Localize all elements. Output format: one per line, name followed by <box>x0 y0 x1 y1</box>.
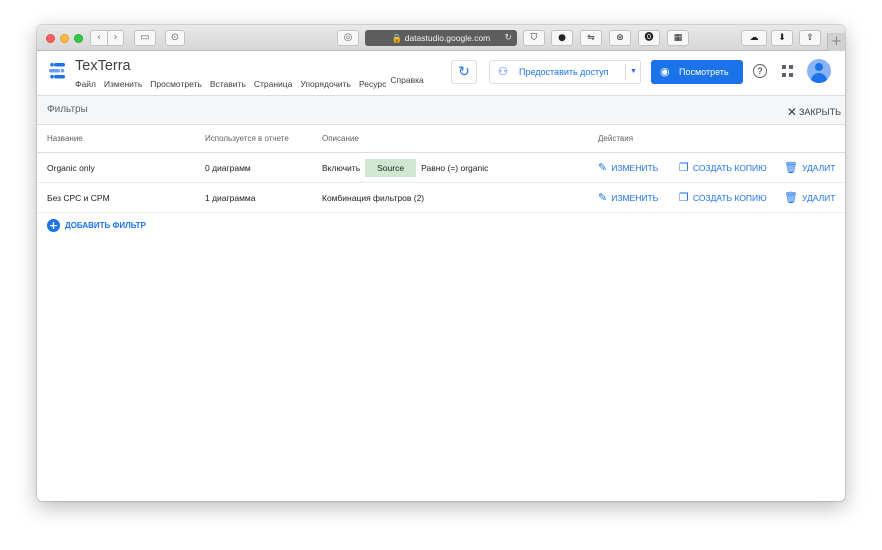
add-person-icon: ⚇ <box>498 65 508 78</box>
zoom-window-button[interactable] <box>74 34 83 43</box>
filter-usage: 0 диаграмм <box>205 162 251 173</box>
panel-title: Фильтры <box>47 104 88 115</box>
filter-name: Без CPC и CPM <box>47 192 110 203</box>
view-button[interactable]: ◉ Посмотреть <box>651 60 743 84</box>
apps-grid-icon[interactable] <box>782 65 794 77</box>
delete-label: УДАЛИТ <box>801 192 836 203</box>
icloud-icon[interactable]: ☁ <box>741 30 767 46</box>
forward-icon[interactable]: › <box>107 31 123 45</box>
filter-description: Включить Source Равно (=) organic <box>322 153 488 182</box>
copy-button[interactable]: ❐ СОЗДАТЬ КОПИЮ <box>679 153 767 182</box>
column-header-usage: Используется в отчете <box>205 134 289 143</box>
menu-item-file[interactable]: Файл <box>75 79 96 89</box>
tab-overview-icon[interactable]: ⊙ <box>165 30 185 46</box>
description-prefix: Включить <box>322 162 361 173</box>
help-icon[interactable]: ? <box>753 64 767 78</box>
divider <box>625 64 626 80</box>
extension-icon[interactable]: ● <box>551 30 573 46</box>
pocket-extension-icon[interactable]: ⛉ <box>523 30 545 46</box>
download-icon[interactable]: ⬇ <box>771 30 793 46</box>
menu-bar: Файл Изменить Просмотреть Вставить Стран… <box>75 75 432 89</box>
copy-icon: ❐ <box>679 161 689 174</box>
trash-icon: 🗑 <box>784 161 798 174</box>
column-header-actions: Действия <box>598 134 634 143</box>
close-icon: ✕ <box>786 105 797 119</box>
view-label: Посмотреть <box>679 67 729 77</box>
add-filter-label: ДОБАВИТЬ ФИЛЬТР <box>65 221 146 230</box>
share-sheet-icon[interactable]: ⇪ <box>799 30 821 46</box>
privacy-report-icon[interactable]: ◎ <box>337 30 359 46</box>
minimize-window-button[interactable] <box>60 34 69 43</box>
copy-label: СОЗДАТЬ КОПИЮ <box>692 162 767 173</box>
link-extension-icon[interactable]: ⇋ <box>580 30 602 46</box>
column-header-name: Название <box>47 134 83 143</box>
menu-item-page[interactable]: Страница <box>254 79 293 89</box>
reload-icon[interactable]: ↻ <box>504 30 512 46</box>
menu-item-edit[interactable]: Изменить <box>104 79 142 89</box>
share-button[interactable]: ⚇ Предоставить доступ ▼ <box>489 60 641 84</box>
share-label: Предоставить доступ <box>519 67 609 77</box>
history-nav: ‹ › <box>90 30 124 46</box>
menu-item-view[interactable]: Просмотреть <box>150 79 202 89</box>
pencil-icon: ✎ <box>598 161 608 174</box>
description-suffix: Равно (=) organic <box>421 162 489 173</box>
back-icon[interactable]: ‹ <box>91 31 107 45</box>
table-header: Название Используется в отчете Описание … <box>37 125 845 153</box>
lock-icon: 🔒 <box>391 33 403 43</box>
trash-icon: 🗑 <box>784 191 798 204</box>
report-title[interactable]: TexTerra <box>75 58 131 74</box>
extension-icon[interactable]: ⊛ <box>609 30 631 46</box>
address-text: datastudio.google.com <box>404 33 491 43</box>
delete-label: УДАЛИТ <box>801 162 836 173</box>
dimension-chip: Source <box>365 158 417 177</box>
menu-item-arrange[interactable]: Упорядочить <box>300 79 351 89</box>
filter-description: Комбинация фильтров (2) <box>322 192 425 203</box>
eye-icon: ◉ <box>660 65 670 78</box>
close-panel-button[interactable]: ✕ ЗАКРЫТЬ <box>786 104 841 119</box>
sidebar-toggle-icon[interactable]: ▭ <box>134 30 156 46</box>
app-header: TexTerra Файл Изменить Просмотреть Встав… <box>37 51 845 95</box>
copy-label: СОЗДАТЬ КОПИЮ <box>692 192 767 203</box>
browser-window: ‹ › ▭ ⊙ ◎ 🔒 datastudio.google.com ↻ ⛉ ● … <box>37 25 845 501</box>
address-bar[interactable]: 🔒 datastudio.google.com ↻ <box>365 30 517 46</box>
menu-item-resource[interactable]: Ресурс <box>359 79 386 89</box>
table-row: Без CPC и CPM 1 диаграмма Комбинация фил… <box>37 183 845 213</box>
menu-item-insert[interactable]: Вставить <box>210 79 246 89</box>
edit-button[interactable]: ✎ ИЗМЕНИТЬ <box>598 153 658 182</box>
new-tab-icon[interactable]: + <box>827 33 845 51</box>
column-header-description: Описание <box>322 134 359 143</box>
add-filter-button[interactable]: + ДОБАВИТЬ ФИЛЬТР <box>47 219 146 232</box>
copy-icon: ❐ <box>679 191 689 204</box>
copy-button[interactable]: ❐ СОЗДАТЬ КОПИЮ <box>679 183 767 212</box>
pencil-icon: ✎ <box>598 191 608 204</box>
edit-label: ИЗМЕНИТЬ <box>611 162 659 173</box>
table-row: Organic only 0 диаграмм Включить Source … <box>37 153 845 183</box>
filters-panel-header: Фильтры ✕ ЗАКРЫТЬ <box>37 95 845 125</box>
filter-name: Organic only <box>47 162 95 173</box>
refresh-data-button[interactable]: ↻ <box>451 60 477 84</box>
menu-item-help[interactable]: Справка <box>390 75 423 85</box>
close-label: ЗАКРЫТЬ <box>798 107 841 117</box>
data-studio-logo-icon[interactable] <box>47 61 67 81</box>
edit-button[interactable]: ✎ ИЗМЕНИТЬ <box>598 183 658 212</box>
close-window-button[interactable] <box>46 34 55 43</box>
dropdown-caret-icon[interactable]: ▼ <box>630 61 637 83</box>
filter-usage: 1 диаграмма <box>205 192 256 203</box>
add-circle-icon: + <box>47 219 60 232</box>
browser-toolbar: ‹ › ▭ ⊙ ◎ 🔒 datastudio.google.com ↻ ⛉ ● … <box>37 25 845 51</box>
pinterest-extension-icon[interactable]: ⓿ <box>638 30 660 46</box>
avatar[interactable] <box>807 59 831 83</box>
delete-button[interactable]: 🗑 УДАЛИТ <box>784 183 835 212</box>
edit-label: ИЗМЕНИТЬ <box>611 192 659 203</box>
delete-button[interactable]: 🗑 УДАЛИТ <box>784 153 835 182</box>
calendar-extension-icon[interactable]: ▦ <box>667 30 689 46</box>
